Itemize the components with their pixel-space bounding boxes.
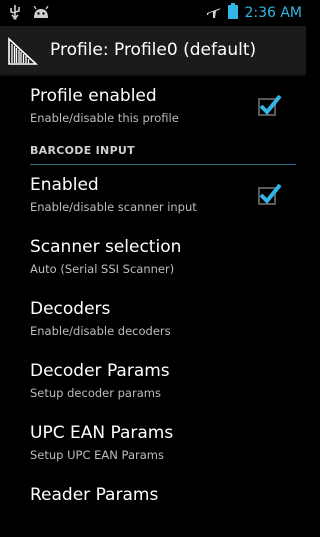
airplane-mode-icon — [206, 4, 222, 23]
pref-summary: Auto (Serial SSI Scanner) — [30, 262, 175, 276]
scanner-enabled-checkbox[interactable] — [258, 183, 282, 205]
preference-list: Profile enabled Enable/disable this prof… — [0, 76, 306, 537]
pref-title: Decoder Params — [30, 361, 170, 381]
pref-scanner-selection[interactable]: Scanner selection Auto (Serial SSI Scann… — [0, 227, 306, 289]
pref-reader-params[interactable]: Reader Params — [0, 475, 306, 537]
category-title: BARCODE INPUT — [30, 144, 135, 157]
profile-enabled-checkbox[interactable] — [258, 94, 282, 116]
pref-title: Profile enabled — [30, 86, 157, 106]
pref-summary: Enable/disable scanner input — [30, 200, 197, 214]
clock: 2:36 AM — [244, 5, 302, 21]
app-icon[interactable] — [8, 34, 40, 66]
pref-decoder-params[interactable]: Decoder Params Setup decoder params — [0, 351, 306, 413]
pref-summary: Setup decoder params — [30, 386, 161, 400]
pref-summary: Setup UPC EAN Params — [30, 448, 164, 462]
battery-icon — [228, 3, 239, 23]
usb-icon — [8, 4, 22, 24]
android-debug-icon — [32, 5, 50, 24]
pref-title: Reader Params — [30, 485, 159, 505]
pref-summary: Enable/disable decoders — [30, 324, 171, 338]
status-bar: 2:36 AM — [0, 0, 306, 26]
pref-title: UPC EAN Params — [30, 423, 174, 443]
action-bar: Profile: Profile0 (default) — [0, 26, 306, 74]
pref-profile-enabled[interactable]: Profile enabled Enable/disable this prof… — [0, 76, 306, 138]
page-title: Profile: Profile0 (default) — [50, 40, 257, 60]
pref-scanner-enabled[interactable]: Enabled Enable/disable scanner input — [0, 165, 306, 227]
pref-decoders[interactable]: Decoders Enable/disable decoders — [0, 289, 306, 351]
category-header: BARCODE INPUT — [30, 138, 296, 165]
pref-summary: Enable/disable this profile — [30, 111, 179, 125]
pref-title: Decoders — [30, 299, 111, 319]
pref-title: Scanner selection — [30, 237, 182, 257]
pref-title: Enabled — [30, 175, 99, 195]
pref-upc-ean-params[interactable]: UPC EAN Params Setup UPC EAN Params — [0, 413, 306, 475]
